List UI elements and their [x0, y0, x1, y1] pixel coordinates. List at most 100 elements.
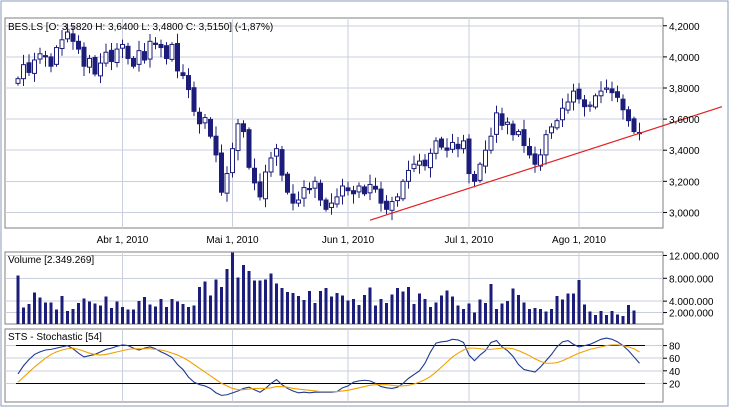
volume-bar [253, 280, 256, 324]
volume-bar [242, 265, 245, 324]
volume-bar [561, 299, 564, 324]
candle-body [499, 113, 505, 126]
volume-bar [192, 305, 196, 324]
candle-body [494, 112, 499, 135]
candle-body [439, 138, 444, 148]
volume-bar [583, 304, 586, 324]
candle-body [54, 47, 59, 65]
date-tick-label: Jul 1, 2010 [445, 235, 494, 246]
candle-body [48, 56, 54, 67]
candle-body [257, 181, 263, 198]
candle-body [285, 173, 290, 193]
volume-bar [93, 303, 97, 324]
volume-bar [121, 306, 124, 324]
candle-body [483, 149, 488, 167]
candle-body [65, 31, 70, 40]
volume-bar [451, 296, 454, 324]
volume-bar [495, 309, 498, 324]
candle-body [395, 196, 400, 202]
candle-body [131, 57, 136, 67]
candle-body [158, 43, 164, 49]
candle-body [554, 120, 560, 129]
candle-body [593, 95, 598, 108]
price-tick-label: 3,0000 [669, 208, 700, 219]
volume-bar [104, 296, 108, 324]
volume-bar [275, 283, 278, 324]
volume-bar [77, 302, 80, 324]
volume-bar [555, 296, 559, 324]
candle-body [125, 45, 131, 59]
candle-body [241, 123, 246, 133]
volume-bar [99, 305, 102, 324]
volume-bar [22, 307, 25, 324]
volume-bar [82, 298, 86, 324]
candle-body [70, 33, 76, 42]
price-tick-label: 3,4000 [669, 146, 700, 157]
volume-bar [616, 314, 619, 324]
candle-body [213, 135, 219, 156]
volume-bar [264, 279, 267, 324]
volume-bar [335, 293, 339, 324]
candle-body [114, 48, 120, 63]
volume-bar [396, 288, 399, 324]
volume-bar [16, 275, 20, 324]
volume-bar [445, 290, 449, 324]
candle-body [274, 148, 279, 157]
candle-body [235, 123, 241, 152]
volume-bar [137, 301, 141, 324]
volume-bar [341, 295, 344, 324]
volume-bar [165, 306, 168, 324]
volume-bar [220, 286, 223, 324]
candle-body [400, 180, 406, 200]
volume-bar [176, 301, 179, 324]
stochastic-legend: STS - Stochastic [54] [8, 332, 102, 343]
volume-bar [330, 296, 333, 324]
volume-bar [390, 294, 394, 324]
stochastic-tick-label: 20 [669, 379, 681, 390]
price-tick-label: 4,0000 [669, 53, 700, 64]
volume-bar [38, 297, 42, 324]
volume-bar [473, 312, 476, 324]
candle-body [527, 145, 532, 156]
candle-body [197, 111, 202, 125]
candle-body [516, 131, 521, 136]
candle-body [389, 201, 395, 211]
price-panel: 3,0000 3,2000 3,4000 3,6000 3,8000 4,0000 4,20… [4, 17, 723, 246]
volume-bar [588, 311, 592, 324]
candle-body [37, 53, 43, 60]
candle-body [26, 62, 32, 73]
volume-bar [484, 302, 487, 324]
volume-bar [363, 294, 366, 324]
candle-body [461, 140, 466, 150]
volume-bar [577, 280, 581, 324]
volume-bar [401, 291, 405, 324]
volume-bar [181, 304, 185, 324]
candle-body [296, 199, 301, 204]
candle-body [175, 43, 180, 72]
volume-bar [627, 305, 630, 324]
volume-bar [44, 302, 47, 324]
candle-body [428, 152, 433, 169]
candle-body [604, 87, 609, 90]
candle-body [301, 187, 307, 199]
volume-bar [110, 308, 113, 324]
volume-bar [572, 293, 575, 324]
volume-bar [132, 309, 135, 324]
candle-body [92, 57, 98, 75]
volume-bar [302, 300, 306, 324]
candle-body [98, 62, 103, 77]
date-tick-label: Jun 1, 2010 [322, 235, 375, 246]
volume-bar [632, 310, 636, 324]
candle-body [510, 123, 516, 136]
candle-body [252, 167, 257, 184]
volume-bar [385, 302, 388, 324]
candle-body [609, 88, 615, 94]
volume-bar [143, 297, 146, 324]
candle-body [422, 159, 428, 167]
candle-body [351, 190, 356, 195]
date-tick-label: Abr 1, 2010 [97, 235, 149, 246]
candle-body [582, 99, 587, 108]
volume-bar [308, 290, 311, 324]
candle-body [180, 72, 186, 77]
volume-bar [533, 308, 537, 324]
